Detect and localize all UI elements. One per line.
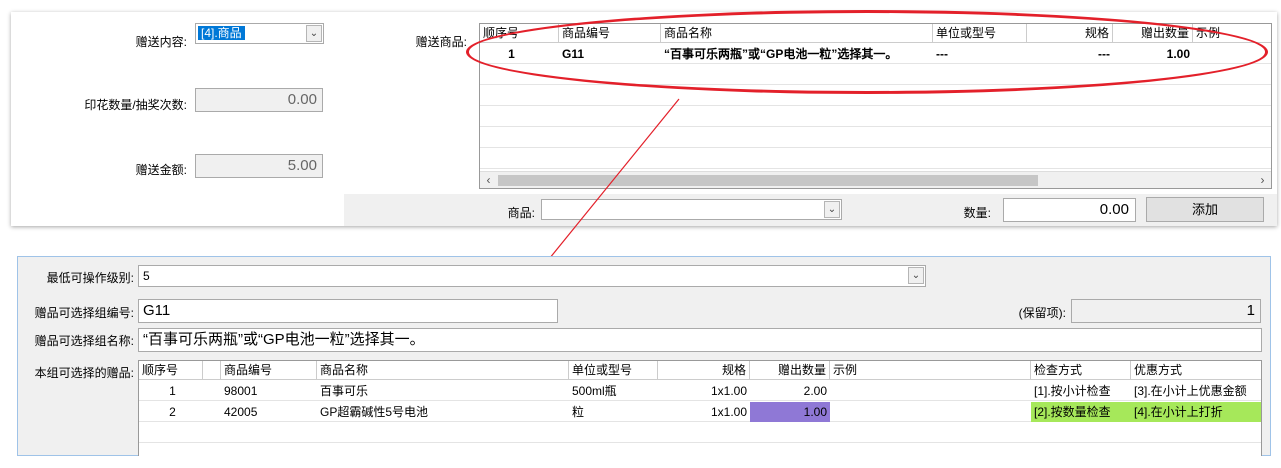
- table-row: [480, 128, 1271, 148]
- table-row[interactable]: 2 42005 GP超霸碱性5号电池 粒 1x1.00 1.00 [2].按数量…: [139, 402, 1261, 422]
- cell-spec: 1x1.00: [710, 384, 747, 398]
- reserved-field: 1: [1071, 299, 1261, 323]
- cell-unit: 粒: [572, 405, 585, 419]
- cell-code: G11: [562, 47, 585, 61]
- selectable-gifts-label: 本组可选择的赠品:: [34, 366, 134, 380]
- col-header-example: 示例: [1196, 26, 1221, 40]
- quantity-input[interactable]: 0.00: [1003, 198, 1136, 222]
- cell-spec: ---: [1098, 47, 1110, 61]
- table-row[interactable]: 1 G11 “百事可乐两瓶”或“GP电池一粒”选择其一。 --- --- 1.0…: [480, 44, 1271, 64]
- gift-amount-field: 5.00: [195, 154, 323, 178]
- gift-goods-label: 赠送商品:: [415, 35, 467, 49]
- col-header-code: 商品编号: [559, 24, 661, 43]
- col-header-check: 检查方式: [1031, 361, 1131, 380]
- cell-qty-highlighted: 1.00: [750, 402, 830, 422]
- col-header-unit: 单位或型号: [569, 361, 658, 380]
- group-code-label: 赠品可选择组编号:: [34, 306, 134, 320]
- table-row: [480, 149, 1271, 169]
- cell-example: [830, 402, 1031, 422]
- gift-content-label: 赠送内容:: [135, 35, 187, 49]
- cell-discount: [3].在小计上优惠金额: [1134, 384, 1247, 398]
- goods-label: 商品:: [507, 206, 535, 220]
- cell-code: 98001: [224, 384, 258, 398]
- cell-unit: 500ml瓶: [572, 384, 617, 398]
- group-name-label: 赠品可选择组名称:: [34, 334, 134, 348]
- col-header-spec: 规格: [1027, 24, 1113, 43]
- cell-name: “百事可乐两瓶”或“GP电池一粒”选择其一。: [664, 47, 898, 61]
- gift-content-selected-value: [4].商品: [198, 26, 245, 40]
- min-level-label: 最低可操作级别:: [46, 271, 134, 285]
- goods-select[interactable]: ⌄: [541, 199, 842, 220]
- selectable-gifts-grid[interactable]: 顺序号 商品编号 商品名称 单位或型号 规格 赠出数量 示例 检查方式 优惠方式…: [138, 360, 1262, 456]
- table-row: [480, 65, 1271, 85]
- cell-seq: 1: [169, 384, 176, 398]
- col-header-discount: 优惠方式: [1134, 363, 1183, 377]
- chevron-down-icon[interactable]: ⌄: [824, 201, 840, 218]
- horizontal-scrollbar[interactable]: ‹ ›: [480, 171, 1271, 188]
- cell-qty: 1.00: [1166, 47, 1190, 61]
- table-row[interactable]: 1 98001 百事可乐 500ml瓶 1x1.00 2.00 [1].按小计检…: [139, 381, 1261, 401]
- table-row: [480, 107, 1271, 127]
- col-header-qty: 赠出数量: [1113, 24, 1193, 43]
- col-header-blank: [203, 361, 221, 380]
- reserved-label: (保留项):: [1018, 306, 1066, 320]
- cell-name: 百事可乐: [320, 384, 369, 398]
- scrollbar-thumb[interactable]: [498, 175, 1038, 186]
- grid-header: 顺序号 商品编号 商品名称 单位或型号 规格 赠出数量 示例: [480, 24, 1271, 43]
- table-row: [139, 423, 1261, 443]
- min-level-select[interactable]: 5 ⌄: [138, 265, 926, 287]
- gift-settings-panel: 赠送内容: [4].商品 ⌄ 印花数量/抽奖次数: 0.00 赠送金额: 5.0…: [11, 12, 1277, 226]
- quantity-label: 数量:: [963, 206, 991, 220]
- cell-seq: 1: [508, 47, 515, 61]
- col-header-seq: 顺序号: [480, 24, 559, 43]
- cell-discount-highlighted: [4].在小计上打折: [1131, 402, 1261, 422]
- min-level-value: 5: [143, 269, 150, 283]
- cell-seq: 2: [169, 405, 176, 419]
- chevron-down-icon[interactable]: ⌄: [306, 25, 322, 42]
- cell-code: 42005: [224, 405, 258, 419]
- group-name-input[interactable]: “百事可乐两瓶”或“GP电池一粒”选择其一。: [138, 328, 1262, 352]
- scroll-right-icon[interactable]: ›: [1254, 172, 1271, 188]
- group-code-input[interactable]: G11: [138, 299, 558, 323]
- table-row: [480, 86, 1271, 106]
- cell-check-highlighted: [2].按数量检查: [1031, 402, 1131, 422]
- col-header-code: 商品编号: [221, 361, 317, 380]
- cell-example: [1193, 44, 1271, 64]
- cell-check: [1].按小计检查: [1034, 384, 1111, 398]
- col-header-name: 商品名称: [661, 24, 933, 43]
- scroll-left-icon[interactable]: ‹: [480, 172, 497, 188]
- gift-amount-label: 赠送金额:: [135, 163, 187, 177]
- gift-content-select[interactable]: [4].商品 ⌄: [195, 23, 324, 44]
- cell-unit: ---: [936, 47, 948, 61]
- col-header-name: 商品名称: [317, 361, 569, 380]
- col-header-seq: 顺序号: [139, 361, 203, 380]
- col-header-qty: 赠出数量: [750, 361, 830, 380]
- cell-spec: 1x1.00: [710, 405, 747, 419]
- chevron-down-icon[interactable]: ⌄: [908, 267, 924, 284]
- cell-example: [830, 381, 1031, 401]
- grid-header: 顺序号 商品编号 商品名称 单位或型号 规格 赠出数量 示例 检查方式 优惠方式: [139, 361, 1261, 380]
- add-button[interactable]: 添加: [1146, 197, 1264, 222]
- stamp-count-label: 印花数量/抽奖次数:: [84, 98, 187, 112]
- cell-name: GP超霸碱性5号电池: [320, 405, 429, 419]
- col-header-unit: 单位或型号: [933, 24, 1027, 43]
- gift-goods-grid[interactable]: 顺序号 商品编号 商品名称 单位或型号 规格 赠出数量 示例 1 G11 “百事…: [479, 23, 1272, 189]
- col-header-spec: 规格: [658, 361, 750, 380]
- cell-qty: 2.00: [803, 384, 827, 398]
- gift-group-panel: 最低可操作级别: 5 ⌄ 赠品可选择组编号: G11 (保留项): 1 赠品可选…: [17, 256, 1271, 456]
- col-header-example: 示例: [830, 361, 1031, 380]
- stamp-count-field: 0.00: [195, 88, 323, 112]
